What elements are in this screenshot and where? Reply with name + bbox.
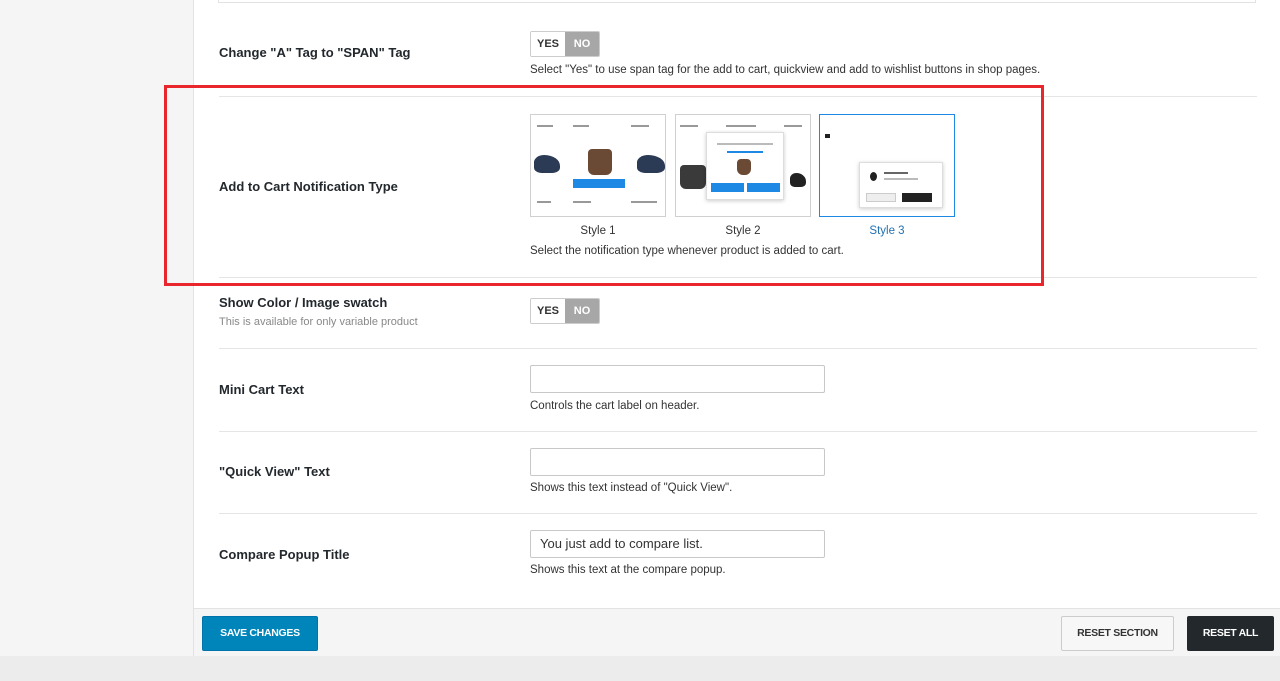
reset-all-button[interactable]: RESET ALL bbox=[1187, 616, 1274, 651]
toggle-no-button[interactable]: NO bbox=[565, 32, 599, 56]
setting-row-mini-cart: Mini Cart Text Controls the cart label o… bbox=[219, 349, 1257, 432]
setting-title: Show Color / Image swatch bbox=[219, 295, 388, 310]
swatch-toggle[interactable]: YES NO bbox=[530, 298, 600, 324]
setting-row-span-tag: Change "A" Tag to "SPAN" Tag YES NO Sele… bbox=[219, 3, 1257, 97]
style-option-3[interactable]: Style 3 bbox=[819, 114, 955, 237]
mini-cart-text-input[interactable] bbox=[530, 365, 825, 393]
setting-title: Mini Cart Text bbox=[219, 382, 304, 397]
style-3-label: Style 3 bbox=[869, 225, 905, 237]
quick-view-text-input[interactable] bbox=[530, 448, 825, 476]
setting-title: "Quick View" Text bbox=[219, 464, 330, 479]
admin-sidebar bbox=[0, 0, 194, 681]
style-2-label: Style 2 bbox=[725, 225, 761, 237]
bottom-area bbox=[0, 656, 1280, 681]
setting-title: Change "A" Tag to "SPAN" Tag bbox=[219, 45, 411, 60]
reset-section-button[interactable]: RESET SECTION bbox=[1061, 616, 1174, 651]
style-1-preview-image[interactable] bbox=[530, 114, 666, 217]
setting-description: Select "Yes" to use span tag for the add… bbox=[530, 64, 1041, 76]
setting-row-compare-popup: Compare Popup Title You just add to comp… bbox=[219, 514, 1257, 608]
setting-row-swatch: Show Color / Image swatch This is availa… bbox=[219, 278, 1257, 349]
setting-title: Add to Cart Notification Type bbox=[219, 179, 398, 194]
setting-description: Shows this text at the compare popup. bbox=[530, 564, 726, 576]
span-tag-toggle[interactable]: YES NO bbox=[530, 31, 600, 57]
options-footer: SAVE CHANGES RESET SECTION RESET ALL bbox=[194, 608, 1280, 656]
settings-panel: Change "A" Tag to "SPAN" Tag YES NO Sele… bbox=[194, 0, 1280, 608]
setting-description: Select the notification type whenever pr… bbox=[530, 245, 844, 257]
save-changes-button[interactable]: SAVE CHANGES bbox=[202, 616, 318, 651]
style-1-label: Style 1 bbox=[580, 225, 616, 237]
setting-row-notification-type: Add to Cart Notification Type Style 1 St… bbox=[219, 97, 1257, 278]
setting-title: Compare Popup Title bbox=[219, 547, 350, 562]
setting-subtitle: This is available for only variable prod… bbox=[219, 316, 418, 328]
toggle-yes-button[interactable]: YES bbox=[531, 299, 565, 323]
setting-row-quick-view: "Quick View" Text Shows this text instea… bbox=[219, 432, 1257, 514]
style-3-preview-image[interactable] bbox=[819, 114, 955, 217]
compare-popup-title-input[interactable]: You just add to compare list. bbox=[530, 530, 825, 558]
style-option-1[interactable]: Style 1 bbox=[530, 114, 666, 237]
toggle-yes-button[interactable]: YES bbox=[531, 32, 565, 56]
toggle-no-button[interactable]: NO bbox=[565, 299, 599, 323]
setting-description: Controls the cart label on header. bbox=[530, 400, 700, 412]
style-option-2[interactable]: Style 2 bbox=[675, 114, 811, 237]
style-2-preview-image[interactable] bbox=[675, 114, 811, 217]
setting-description: Shows this text instead of "Quick View". bbox=[530, 482, 733, 494]
